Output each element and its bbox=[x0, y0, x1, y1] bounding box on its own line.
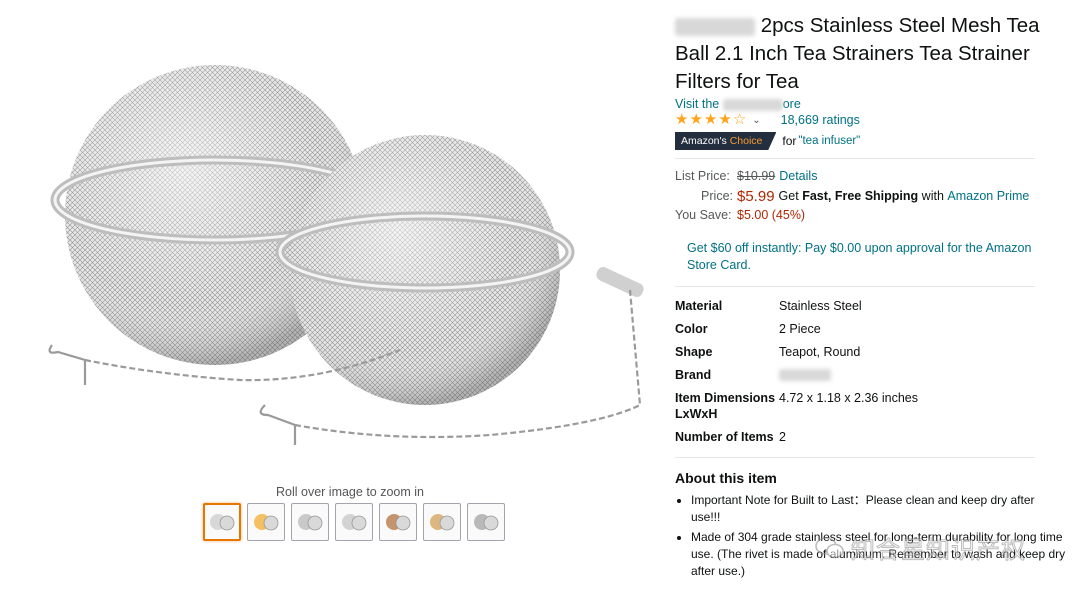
spec-value: 4.72 x 1.18 x 2.36 inches bbox=[779, 390, 918, 405]
thumbnail-strip bbox=[203, 503, 505, 541]
details-link[interactable]: Details bbox=[779, 167, 817, 187]
divider bbox=[675, 285, 1035, 287]
ratings-count-link[interactable]: 18,669 ratings bbox=[781, 113, 860, 127]
spec-row: Item Dimensions LxWxH 4.72 x 1.18 x 2.36 … bbox=[675, 387, 1005, 426]
spec-row: Number of Items 2 bbox=[675, 426, 1005, 449]
about-bullets: Important Note for Built to Last：Please … bbox=[675, 492, 1066, 580]
thumbnail-4[interactable] bbox=[335, 503, 373, 541]
savings-value: $5.00 (45%) bbox=[737, 208, 806, 222]
spec-row: Brand bbox=[675, 364, 1005, 387]
choice-for-label: for bbox=[782, 134, 797, 148]
spec-value: Stainless Steel bbox=[779, 298, 862, 313]
amazons-choice-row: Amazon's Choice for "tea infuser" bbox=[675, 132, 1065, 150]
about-bullet: Made of 304 grade stainless steel for lo… bbox=[691, 529, 1066, 580]
thumbnail-6[interactable] bbox=[423, 503, 461, 541]
about-bullet: Important Note for Built to Last：Please … bbox=[691, 492, 1066, 526]
redacted-brand bbox=[675, 17, 755, 36]
star-icon: ★ bbox=[718, 111, 732, 128]
list-price-row: List Price: $10.99 Details bbox=[675, 167, 1065, 187]
chevron-down-icon[interactable]: ⌄ bbox=[752, 115, 760, 126]
spec-key: Color bbox=[675, 321, 708, 336]
star-icon: ★ bbox=[703, 111, 718, 128]
redacted-store-name bbox=[722, 98, 783, 111]
spec-value bbox=[779, 364, 1005, 387]
free-shipping-text: Fast, Free Shipping bbox=[802, 188, 919, 203]
spec-value: 2 bbox=[779, 429, 786, 444]
amazons-choice-badge: Amazon's Choice bbox=[675, 132, 777, 150]
star-icon: ★ bbox=[675, 111, 689, 128]
tea-ball-front bbox=[275, 135, 644, 405]
redacted-brand-value bbox=[779, 369, 831, 382]
spec-key: Item Dimensions LxWxH bbox=[675, 390, 776, 421]
store-card-offer-link[interactable]: Get $60 off instantly: Pay $0.00 upon ap… bbox=[687, 240, 1032, 274]
spec-key: Shape bbox=[675, 344, 713, 359]
thumbnail-5[interactable] bbox=[379, 503, 417, 541]
spec-value: 2 Piece bbox=[779, 321, 821, 336]
thumbnail-1[interactable] bbox=[203, 503, 241, 541]
visit-store-link[interactable]: Visit the ore bbox=[675, 97, 1065, 111]
star-icon: ☆ bbox=[732, 111, 747, 128]
list-price: $10.99 bbox=[737, 169, 776, 183]
about-title: About this item bbox=[675, 469, 777, 486]
divider bbox=[675, 158, 1035, 159]
divider bbox=[675, 456, 1035, 458]
spec-key: Number of Items bbox=[675, 429, 774, 444]
sale-price: $5.99 bbox=[737, 187, 775, 205]
main-product-image[interactable] bbox=[40, 30, 665, 475]
you-save-row: You Save: $5.00 (45%) bbox=[675, 206, 1065, 226]
spec-key: Material bbox=[675, 298, 723, 313]
star-rating[interactable]: ★ ★ ★ ★ ☆ bbox=[675, 111, 747, 128]
spec-row: Shape Teapot, Round bbox=[675, 341, 1005, 364]
price-row: Price: $5.99 Get Fast, Free Shipping wit… bbox=[701, 187, 1030, 207]
product-title: 2pcs Stainless Steel Mesh Tea Ball 2.1 I… bbox=[675, 12, 1065, 96]
thumbnail-3[interactable] bbox=[291, 503, 329, 541]
rating-row: ★ ★ ★ ★ ☆ ⌄ 18,669 ratings bbox=[675, 111, 1065, 128]
product-info: 2pcs Stainless Steel Mesh Tea Ball 2.1 I… bbox=[675, 12, 1065, 583]
star-icon: ★ bbox=[689, 111, 703, 128]
spec-key: Brand bbox=[675, 367, 712, 382]
thumbnail-2[interactable] bbox=[247, 503, 285, 541]
choice-keyword-link[interactable]: "tea infuser" bbox=[798, 135, 860, 147]
zoom-hint: Roll over image to zoom in bbox=[276, 485, 424, 499]
spec-value: Teapot, Round bbox=[779, 344, 861, 359]
thumbnail-7[interactable] bbox=[467, 503, 505, 541]
spec-row: Color 2 Piece bbox=[675, 318, 1005, 341]
product-specs-table: Material Stainless Steel Color 2 Piece Shape… bbox=[675, 295, 1005, 449]
spec-row: Material Stainless Steel bbox=[675, 295, 1005, 318]
amazon-prime-link[interactable]: Amazon Prime bbox=[947, 187, 1029, 207]
